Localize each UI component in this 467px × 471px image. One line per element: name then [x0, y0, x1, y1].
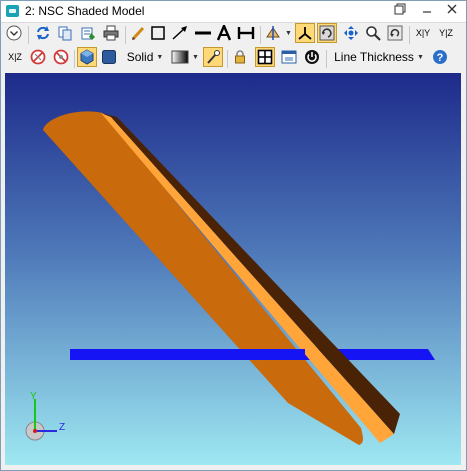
- update-button[interactable]: [302, 47, 322, 67]
- draw-line-button[interactable]: [193, 23, 213, 43]
- color-gradient-dropdown[interactable]: ▼: [170, 47, 200, 67]
- restore-icon: [394, 3, 406, 15]
- separator: [74, 50, 75, 68]
- restore-button[interactable]: [392, 3, 408, 19]
- line-thickness-dropdown[interactable]: Line Thickness ▼: [331, 47, 427, 67]
- solid-mode-button[interactable]: [99, 47, 119, 67]
- shaded-mode-icon: [80, 49, 94, 65]
- title-bar: 2: NSC Shaded Model: [1, 1, 466, 23]
- chevron-down-icon: [6, 25, 22, 41]
- window-title: 2: NSC Shaded Model: [25, 4, 145, 18]
- xy-view-label: X|Y: [415, 28, 431, 38]
- close-button[interactable]: [444, 3, 460, 19]
- solid-mode-icon: [102, 50, 116, 64]
- print-icon: [103, 25, 119, 41]
- xz-view-button[interactable]: X|Z: [4, 47, 26, 67]
- minimize-icon: [423, 11, 431, 13]
- shaded-model-viewport[interactable]: Y Z: [5, 73, 461, 465]
- toolbar-row-1: ▼ X|Y Y|Z: [1, 23, 466, 47]
- x-axis-point: [33, 429, 37, 433]
- separator: [227, 50, 228, 68]
- arrow-icon: [172, 26, 187, 40]
- lighting-icon: [207, 50, 220, 64]
- shaded-mode-button[interactable]: [77, 47, 97, 67]
- reset-view-button[interactable]: [385, 23, 405, 43]
- draw-rectangle-button[interactable]: [149, 23, 167, 43]
- no-rays-icon: [30, 49, 46, 65]
- xz-view-label: X|Z: [8, 52, 22, 62]
- axes-icon: [298, 27, 312, 40]
- window-options-button[interactable]: [279, 47, 299, 67]
- refresh-button[interactable]: [33, 23, 53, 43]
- menu-button[interactable]: [4, 23, 24, 43]
- xy-view-button[interactable]: X|Y: [412, 23, 434, 43]
- separator: [125, 26, 126, 44]
- copy-button[interactable]: [55, 23, 75, 43]
- dropdown-arrow-icon: ▼: [156, 53, 164, 61]
- dimension-icon: [237, 27, 255, 39]
- window-icon: [281, 50, 297, 64]
- reset-view-icon: [387, 25, 403, 41]
- dropdown-arrow-icon: ▼: [416, 53, 424, 61]
- zoom-icon: [366, 26, 381, 41]
- frame-icon: [257, 49, 273, 65]
- nsc-shaded-model-window: 2: NSC Shaded Model ▼ X|Y Y|Z X|Z Solid …: [0, 0, 467, 471]
- line-thickness-label: Line Thickness: [334, 50, 414, 64]
- lighting-button[interactable]: [203, 47, 223, 67]
- rotate-toggle-button[interactable]: [317, 23, 337, 43]
- yz-view-button[interactable]: Y|Z: [435, 23, 457, 43]
- app-icon: [6, 5, 19, 17]
- hide-icon: [53, 49, 69, 65]
- toolbar-row-2: X|Z Solid ▼ ▼ Line Thickness ▼ ?: [1, 47, 466, 71]
- yz-view-label: Y|Z: [439, 28, 453, 38]
- separator: [260, 26, 261, 44]
- frame-toggle-button[interactable]: [255, 47, 275, 67]
- separator: [326, 50, 327, 68]
- rectangle-icon: [151, 26, 165, 40]
- save-button[interactable]: [78, 23, 98, 43]
- detector-overlap: [235, 349, 305, 360]
- draw-dimension-button[interactable]: [236, 23, 256, 43]
- gradient-icon: [171, 50, 189, 64]
- y-axis-label: Y: [30, 391, 37, 402]
- zoom-button[interactable]: [363, 23, 383, 43]
- lock-icon: [235, 50, 245, 64]
- print-button[interactable]: [101, 23, 121, 43]
- help-button[interactable]: ?: [430, 47, 450, 67]
- ray-icon: [266, 26, 280, 40]
- dropdown-arrow-icon: ▼: [192, 53, 199, 61]
- render-mode-dropdown[interactable]: Solid ▼: [123, 47, 167, 67]
- pan-button[interactable]: [341, 23, 361, 43]
- save-icon: [81, 27, 95, 40]
- lock-button[interactable]: [230, 47, 250, 67]
- copy-icon: [58, 26, 72, 41]
- power-icon: [305, 50, 319, 64]
- ray-options-dropdown[interactable]: ▼: [264, 23, 292, 43]
- close-icon: [447, 4, 457, 14]
- rotate-icon: [319, 25, 335, 41]
- help-icon: ?: [433, 50, 447, 64]
- z-axis-label: Z: [59, 422, 65, 433]
- draw-pencil-button[interactable]: [129, 23, 147, 43]
- render-mode-label: Solid: [126, 50, 154, 64]
- separator: [409, 26, 410, 44]
- no-rays-button[interactable]: [28, 47, 48, 67]
- draw-arrow-button[interactable]: [170, 23, 190, 43]
- draw-text-button[interactable]: [215, 23, 233, 43]
- refresh-icon: [37, 26, 49, 40]
- svg-text:?: ?: [437, 52, 444, 64]
- minimize-button[interactable]: [419, 3, 435, 19]
- hide-objects-button[interactable]: [51, 47, 71, 67]
- scene-canvas[interactable]: Y Z: [5, 73, 461, 465]
- pencil-icon: [131, 26, 145, 41]
- separator: [28, 26, 29, 44]
- pan-icon: [344, 26, 358, 40]
- text-icon: [216, 25, 232, 41]
- line-icon: [195, 31, 211, 35]
- axes-toggle-button[interactable]: [295, 23, 315, 43]
